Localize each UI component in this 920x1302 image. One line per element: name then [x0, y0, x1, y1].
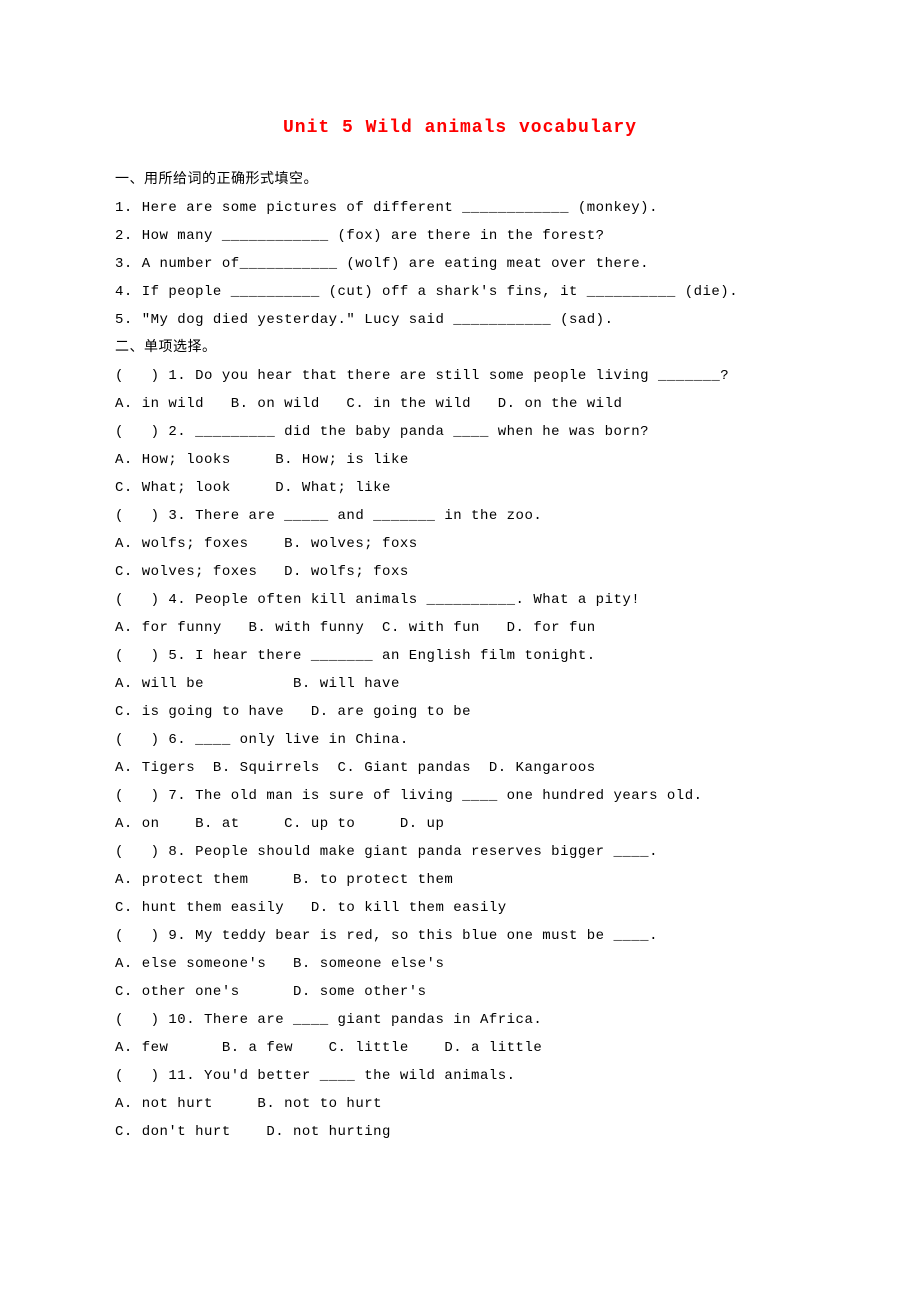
mc-question: ( ) 3. There are _____ and _______ in th…: [115, 502, 805, 530]
mc-question: ( ) 6. ____ only live in China.: [115, 726, 805, 754]
mc-options: A. How; looks B. How; is like C. What; l…: [115, 446, 805, 502]
worksheet-title: Unit 5 Wild animals vocabulary: [115, 110, 805, 146]
mc-options: A. protect them B. to protect them C. hu…: [115, 866, 805, 922]
mc-question: ( ) 11. You'd better ____ the wild anima…: [115, 1062, 805, 1090]
mc-options: A. will be B. will have C. is going to h…: [115, 670, 805, 726]
mc-options: A. not hurt B. not to hurt C. don't hurt…: [115, 1090, 805, 1146]
mc-options: A. on B. at C. up to D. up: [115, 810, 805, 838]
mc-options: A. in wild B. on wild C. in the wild D. …: [115, 390, 805, 418]
mc-question: ( ) 9. My teddy bear is red, so this blu…: [115, 922, 805, 950]
mc-question: ( ) 5. I hear there _______ an English f…: [115, 642, 805, 670]
fill-blank-item: 1. Here are some pictures of different _…: [115, 194, 805, 222]
fill-blank-item: 4. If people __________ (cut) off a shar…: [115, 278, 805, 306]
mc-options: A. wolfs; foxes B. wolves; foxs C. wolve…: [115, 530, 805, 586]
fill-blank-item: 3. A number of___________ (wolf) are eat…: [115, 250, 805, 278]
mc-options: A. few B. a few C. little D. a little: [115, 1034, 805, 1062]
mc-question: ( ) 4. People often kill animals _______…: [115, 586, 805, 614]
mc-question: ( ) 2. _________ did the baby panda ____…: [115, 418, 805, 446]
fill-blank-item: 5. "My dog died yesterday." Lucy said __…: [115, 306, 805, 334]
mc-question: ( ) 1. Do you hear that there are still …: [115, 362, 805, 390]
fill-blank-item: 2. How many ____________ (fox) are there…: [115, 222, 805, 250]
mc-question: ( ) 7. The old man is sure of living ___…: [115, 782, 805, 810]
mc-options: A. for funny B. with funny C. with fun D…: [115, 614, 805, 642]
mc-question: ( ) 8. People should make giant panda re…: [115, 838, 805, 866]
mc-options: A. else someone's B. someone else's C. o…: [115, 950, 805, 1006]
mc-question: ( ) 10. There are ____ giant pandas in A…: [115, 1006, 805, 1034]
section2-header: 二、单项选择。: [115, 334, 805, 362]
mc-options: A. Tigers B. Squirrels C. Giant pandas D…: [115, 754, 805, 782]
section1-header: 一、用所给词的正确形式填空。: [115, 166, 805, 194]
